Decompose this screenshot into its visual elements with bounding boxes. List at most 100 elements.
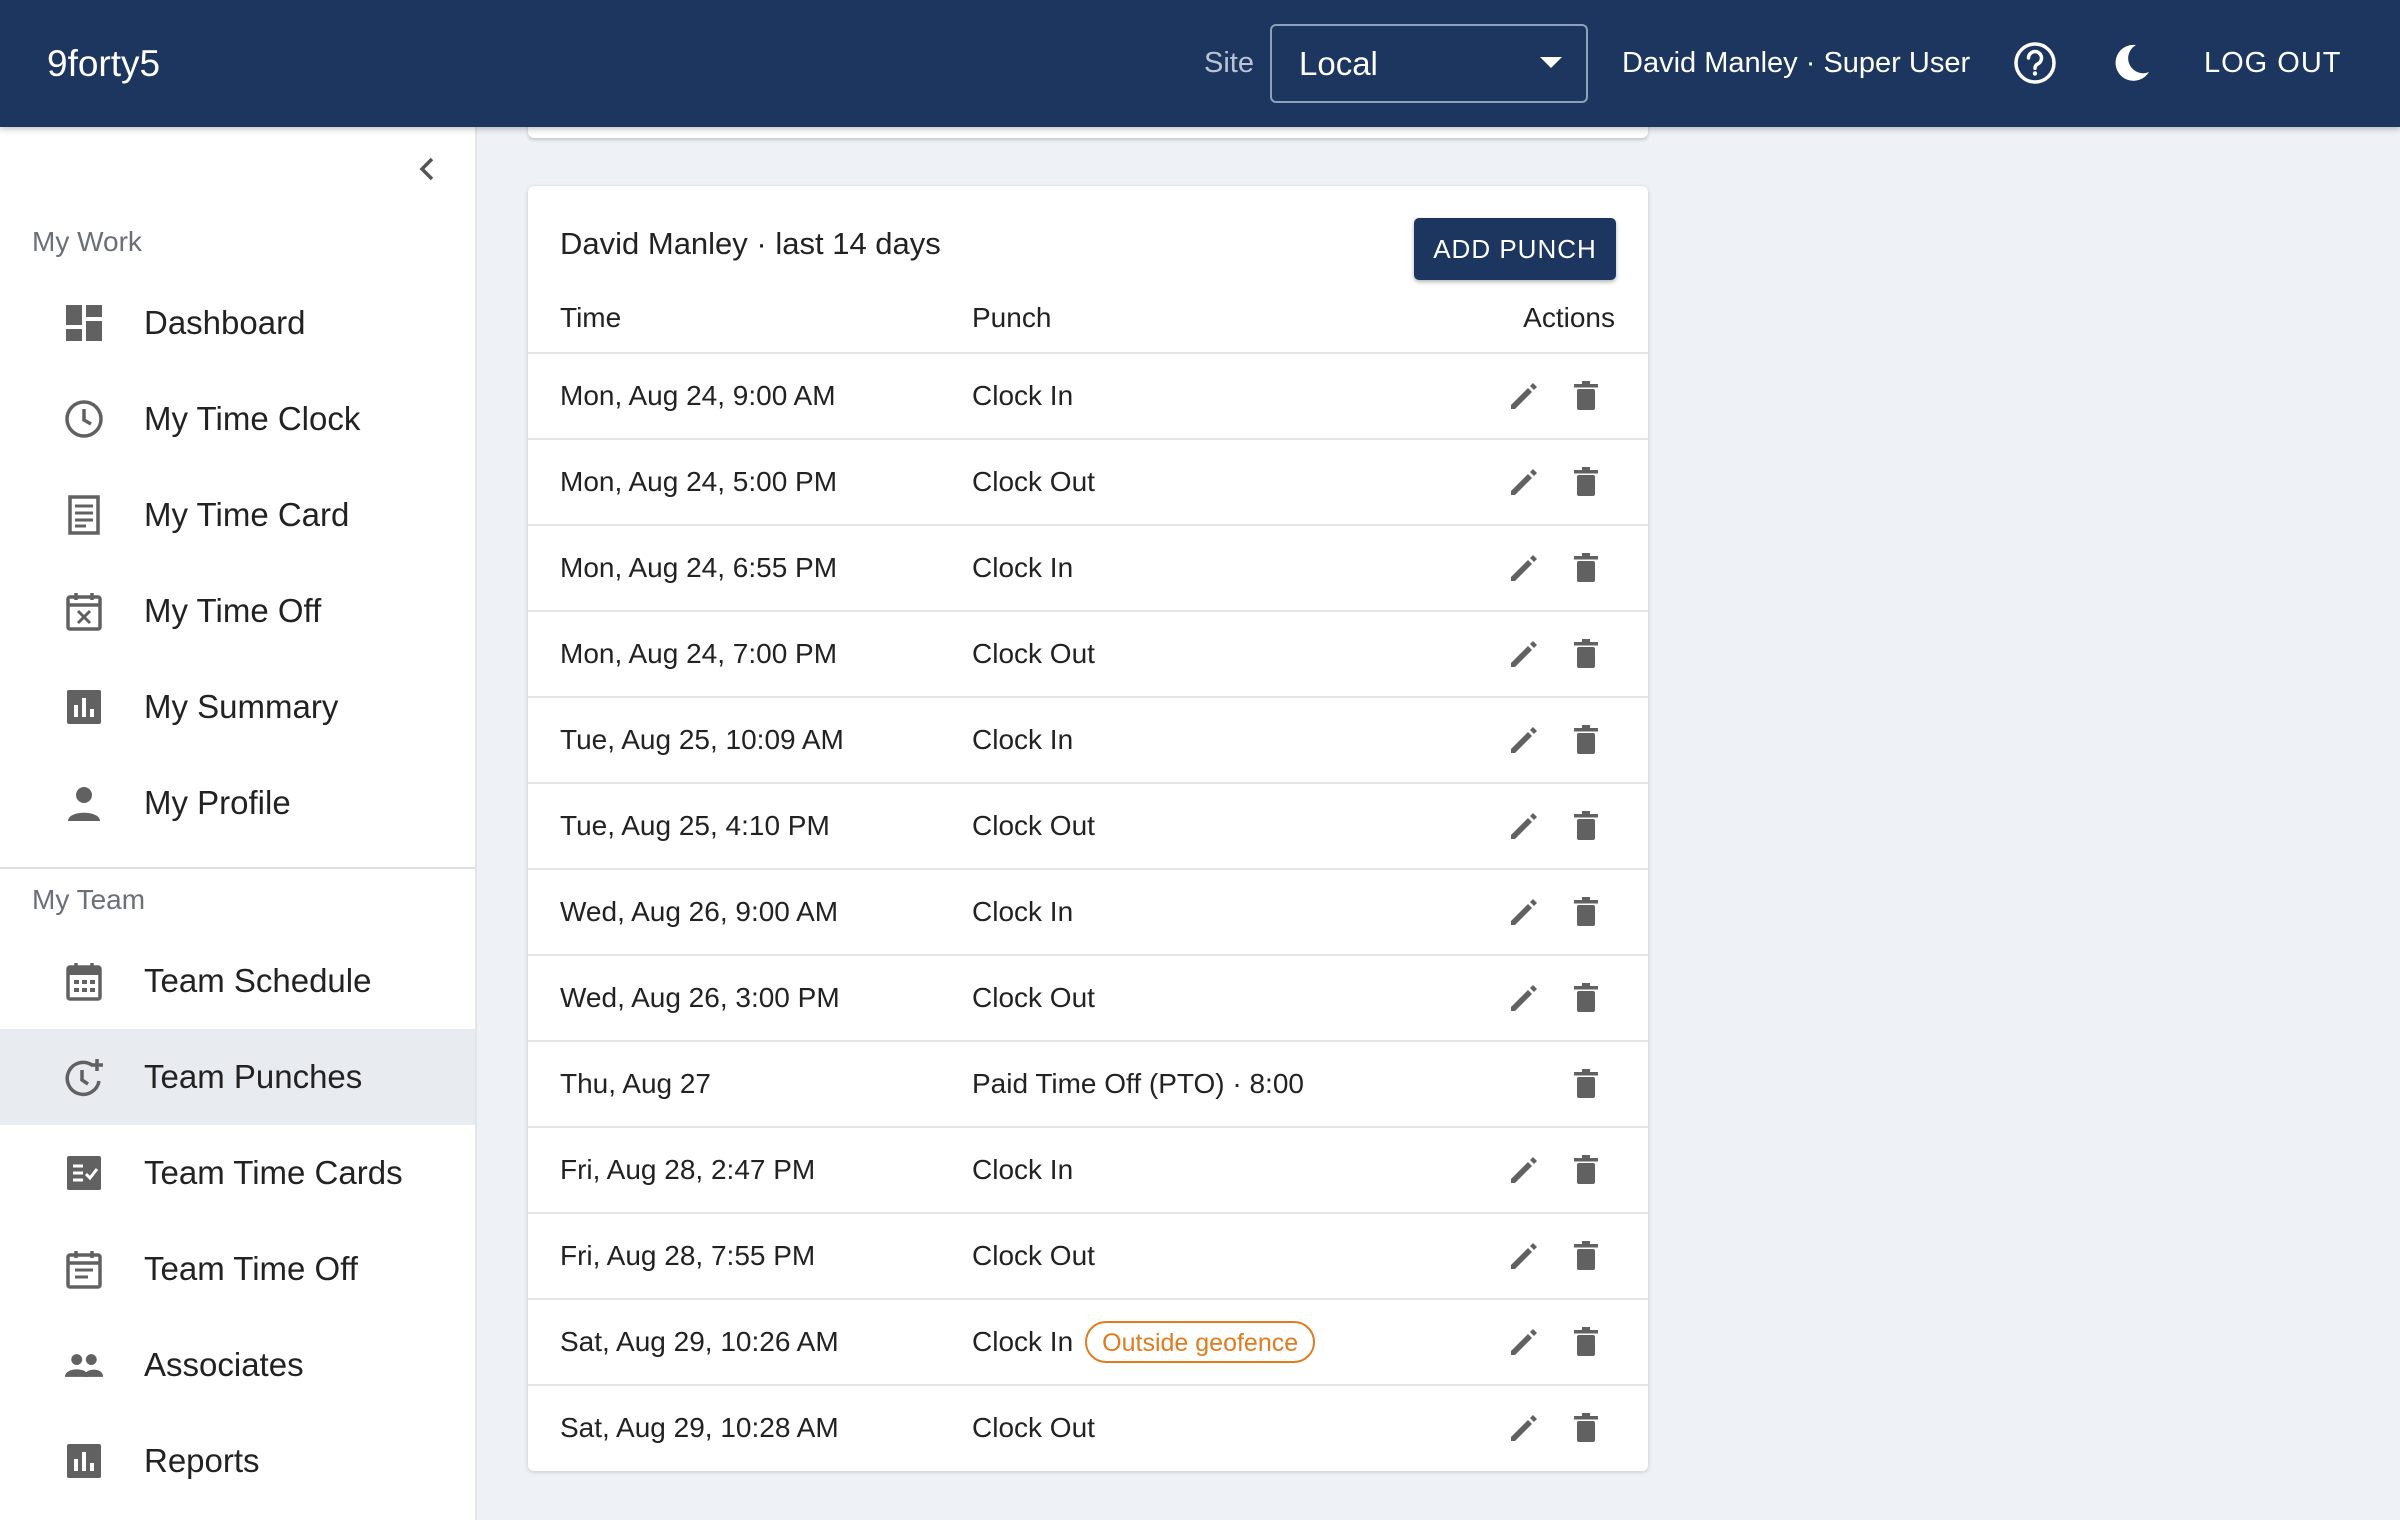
dark-mode-toggle[interactable] [2108,40,2154,86]
punch-type: Clock In [972,724,1074,755]
delete-punch-button[interactable] [1568,980,1604,1016]
punch-type: Clock In [972,1154,1074,1185]
edit-punch-button[interactable] [1506,1410,1542,1446]
delete-punch-button[interactable] [1568,636,1604,672]
punch-type: Clock Out [972,810,1095,841]
punch-type: Clock Out [972,638,1095,669]
column-header-time[interactable]: Time [560,302,621,334]
sidebar-item-my-time-clock[interactable]: My Time Clock [0,371,475,467]
delete-punch-button[interactable] [1568,894,1604,930]
pencil-icon [1511,641,1537,667]
table-row: Mon, Aug 24, 5:00 PM Clock Out [528,438,1648,524]
sidebar-item-label: Associates [144,1346,304,1383]
sidebar-item-label: Team Time Off [144,1250,358,1287]
punch-type: Clock In [972,1326,1074,1357]
sidebar: My Work Dashboard My Time Clock My Time … [0,127,477,1520]
column-header-punch[interactable]: Punch [972,302,1051,334]
edit-punch-button[interactable] [1506,1324,1542,1360]
delete-punch-button[interactable] [1568,550,1604,586]
sidebar-item-my-summary[interactable]: My Summary [0,659,475,755]
edit-punch-button[interactable] [1506,1238,1542,1274]
trash-icon [1574,897,1598,926]
edit-punch-button[interactable] [1506,894,1542,930]
punch-type-cell: Clock Out [972,440,1095,524]
geofence-warning-badge: Outside geofence [1085,1320,1316,1363]
sidebar-item-team-time-off[interactable]: Team Time Off [0,1221,475,1317]
delete-punch-button[interactable] [1568,464,1604,500]
punch-type-cell: Clock Out [972,612,1095,696]
punches-card: David Manley · last 14 days ADD PUNCH Ti… [528,186,1648,1471]
edit-punch-button[interactable] [1506,808,1542,844]
sidebar-item-team-punches[interactable]: Team Punches [0,1029,475,1125]
sidebar-item-my-time-card[interactable]: My Time Card [0,467,475,563]
calendar-x-icon [66,593,102,631]
calendar-grid-icon [66,963,102,1001]
site-select[interactable]: Local [1270,24,1588,103]
edit-punch-button[interactable] [1506,378,1542,414]
trash-icon [1574,553,1598,582]
edit-punch-button[interactable] [1506,980,1542,1016]
delete-punch-button[interactable] [1568,808,1604,844]
delete-punch-button[interactable] [1568,1238,1604,1274]
sidebar-divider [0,867,475,869]
chevron-down-icon [1540,57,1562,68]
sidebar-item-associates[interactable]: Associates [0,1317,475,1413]
punch-time: Mon, Aug 24, 7:00 PM [560,638,838,669]
sidebar-item-reports[interactable]: Reports [0,1413,475,1509]
punch-time: Sat, Aug 29, 10:26 AM [560,1326,839,1357]
sidebar-item-label: My Profile [144,784,291,821]
pencil-icon [1511,1329,1537,1355]
trash-icon [1574,725,1598,754]
delete-punch-button[interactable] [1568,1324,1604,1360]
sidebar-item-label: My Time Card [144,496,350,533]
pencil-icon [1511,1243,1537,1269]
help-button[interactable] [2012,40,2058,86]
punch-time: Fri, Aug 28, 2:47 PM [560,1154,816,1185]
edit-punch-button[interactable] [1506,550,1542,586]
trash-icon [1574,467,1598,496]
delete-punch-button[interactable] [1568,1066,1604,1102]
logout-button[interactable]: LOG OUT [2204,0,2342,127]
delete-punch-button[interactable] [1568,1410,1604,1446]
sidebar-item-label: Dashboard [144,304,306,341]
delete-punch-button[interactable] [1568,722,1604,758]
delete-punch-button[interactable] [1568,1152,1604,1188]
punch-time: Tue, Aug 25, 4:10 PM [560,810,830,841]
edit-punch-button[interactable] [1506,464,1542,500]
people-icon [64,1354,104,1377]
punch-time: Mon, Aug 24, 9:00 AM [560,380,836,411]
table-row: Fri, Aug 28, 2:47 PM Clock In [528,1126,1648,1212]
table-row: Tue, Aug 25, 4:10 PM Clock Out [528,782,1648,868]
sidebar-item-team-time-cards[interactable]: Team Time Cards [0,1125,475,1221]
punch-type-cell: Clock In [972,1128,1073,1212]
add-punch-button[interactable]: ADD PUNCH [1414,218,1616,280]
punch-type-cell: Clock Out [972,956,1095,1040]
punch-type: Clock Out [972,1240,1095,1271]
edit-punch-button[interactable] [1506,1152,1542,1188]
sidebar-item-my-time-off[interactable]: My Time Off [0,563,475,659]
table-row: Wed, Aug 26, 9:00 AM Clock In [528,868,1648,954]
punch-type-cell: Clock In [972,698,1073,782]
punch-time: Thu, Aug 27 [560,1068,712,1099]
edit-punch-button[interactable] [1506,722,1542,758]
moon-icon [2115,44,2149,81]
punch-type: Paid Time Off (PTO) · 8:00 [972,1068,1304,1099]
punch-time: Wed, Aug 26, 9:00 AM [560,896,839,927]
sidebar-item-dashboard[interactable]: Dashboard [0,275,475,371]
collapse-sidebar-button[interactable] [410,151,446,187]
app-brand[interactable]: 9forty5 [47,0,160,127]
person-icon [68,787,100,821]
sidebar-item-label: Team Punches [144,1058,363,1095]
clock-icon [65,400,103,438]
punch-time: Wed, Aug 26, 3:00 PM [560,982,840,1013]
punch-type: Clock In [972,896,1074,927]
sidebar-item-team-schedule[interactable]: Team Schedule [0,933,475,1029]
edit-punch-button[interactable] [1506,636,1542,672]
delete-punch-button[interactable] [1568,378,1604,414]
sidebar-item-my-profile[interactable]: My Profile [0,755,475,851]
punch-type-cell: Clock Out [972,1386,1095,1470]
punch-type-cell: Paid Time Off (PTO) · 8:00 [972,1042,1304,1126]
clock-plus-icon [65,1059,103,1097]
sidebar-item-label: My Time Off [144,592,322,629]
punch-type-cell: Clock In [972,870,1073,954]
